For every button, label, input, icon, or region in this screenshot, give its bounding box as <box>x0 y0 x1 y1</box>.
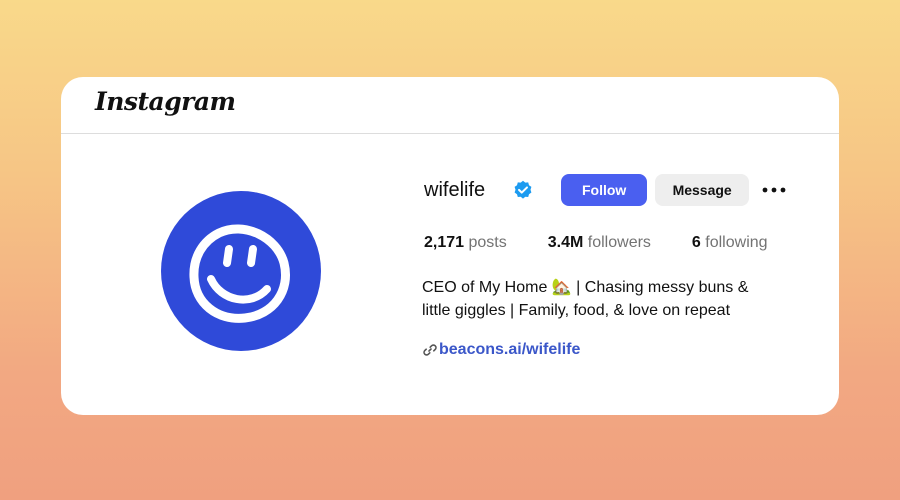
posts-label: posts <box>468 234 507 251</box>
verified-badge-icon <box>513 180 533 200</box>
profile-info: wifelife Follow Message 2,171 posts 3.4M… <box>421 173 821 359</box>
posts-stat[interactable]: 2,171 posts <box>424 234 507 252</box>
more-options-button[interactable] <box>761 177 787 203</box>
following-count: 6 <box>691 234 701 251</box>
message-button[interactable]: Message <box>655 174 750 206</box>
posts-count: 2,171 <box>424 234 465 251</box>
profile-link-text[interactable]: beacons.ai/wifelife <box>439 341 580 359</box>
following-label: following <box>705 234 768 251</box>
followers-count: 3.4M <box>547 234 584 251</box>
profile-stats: 2,171 posts 3.4M followers 6 following <box>421 232 821 254</box>
follow-button[interactable]: Follow <box>561 174 648 206</box>
profile-card: Instagram wifelife Follow Message 2,171 … <box>61 77 839 415</box>
following-stat[interactable]: 6 following <box>692 234 768 252</box>
profile-avatar[interactable] <box>161 191 321 351</box>
username: wifelife <box>424 178 486 201</box>
bio-line: little giggles | Family, food, & love on… <box>422 302 731 319</box>
bio-line: CEO of My Home 🏡 | Chasing messy buns & <box>422 279 749 296</box>
profile-top-row: wifelife Follow Message <box>421 173 821 207</box>
link-icon <box>423 343 437 357</box>
profile-bio: CEO of My Home 🏡 | Chasing messy buns & … <box>422 276 782 322</box>
followers-label: followers <box>587 234 651 251</box>
card-header: Instagram <box>61 77 839 134</box>
instagram-logo[interactable]: Instagram <box>95 87 236 116</box>
smiley-face-icon <box>189 224 290 323</box>
followers-stat[interactable]: 3.4M followers <box>548 234 651 252</box>
profile-link[interactable]: beacons.ai/wifelife <box>423 341 821 359</box>
more-horizontal-icon <box>762 187 786 193</box>
